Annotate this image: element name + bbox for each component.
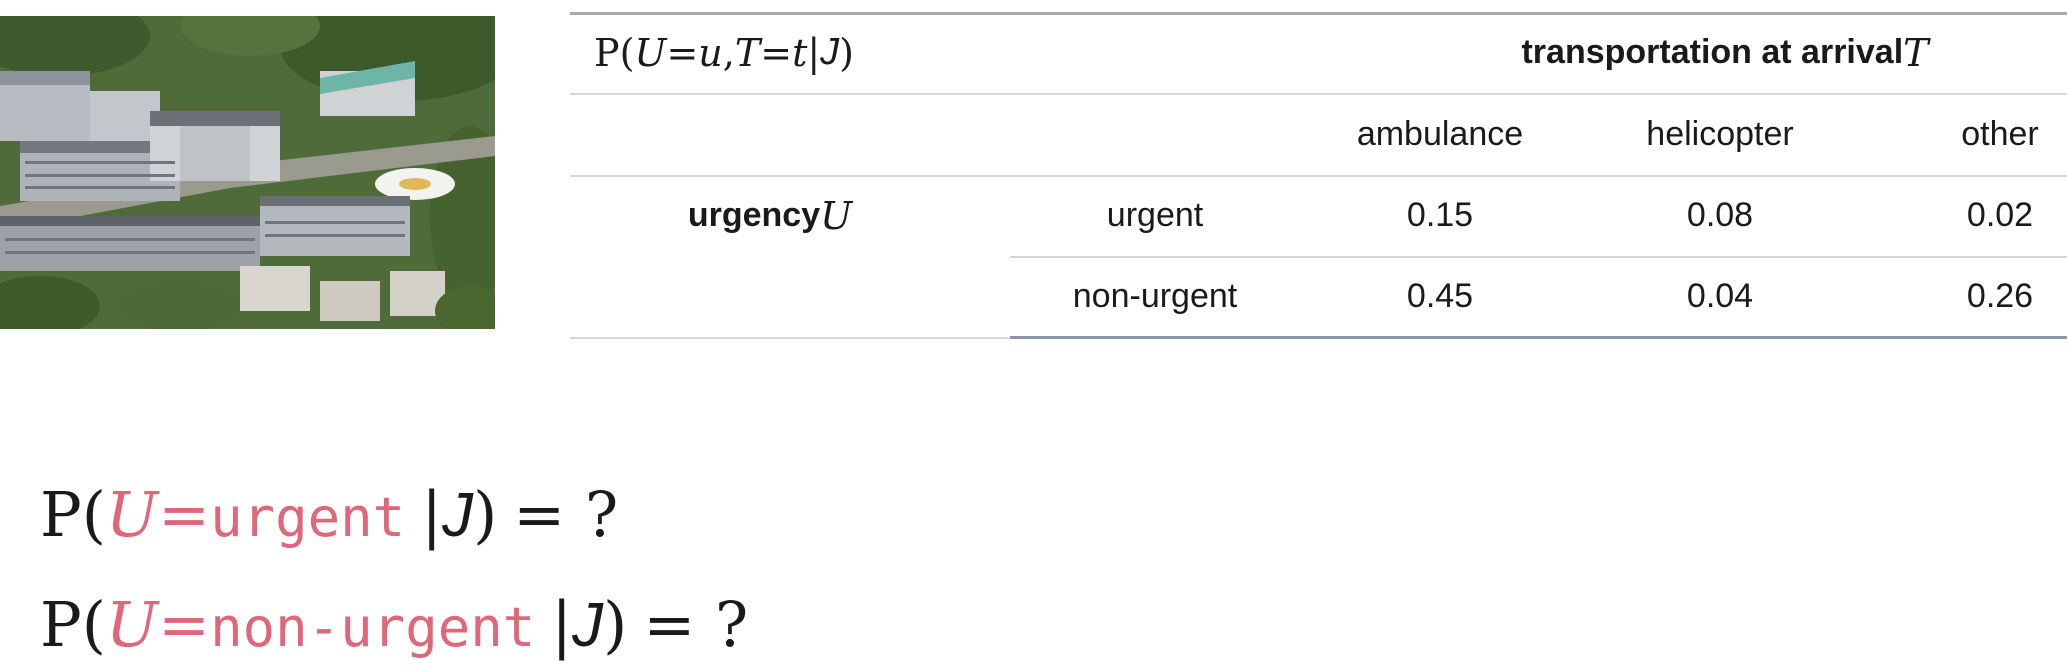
- hospital-photo: [0, 16, 495, 329]
- column-header-other: other: [1961, 114, 2039, 153]
- table-cell: 0.45: [1406, 277, 1474, 315]
- table-bottom-rule-left: [570, 337, 1010, 339]
- column-group-header: transportation at arrival T: [1521, 30, 1929, 75]
- row-group-header: urgency U: [687, 193, 853, 238]
- hospital-aerial-image: [0, 16, 495, 329]
- table-cell: 0.04: [1686, 277, 1754, 315]
- question-urgent: P(U = urgent | J) = ?: [40, 478, 619, 551]
- row-label-urgent: urgent: [1106, 196, 1204, 234]
- table-cell: 0.08: [1686, 196, 1754, 234]
- question-non-urgent: P(U = non-urgent | J) = ?: [40, 588, 749, 661]
- table-cell: 0.26: [1966, 277, 2034, 315]
- table-cell: 0.02: [1966, 196, 2034, 234]
- row-label-non-urgent: non-urgent: [1072, 277, 1238, 315]
- joint-probability-table: P(U = u , T = t | J) transportation at arriv…: [570, 12, 2067, 342]
- column-header-ambulance: ambulance: [1356, 114, 1524, 153]
- table-cell: 0.15: [1406, 196, 1474, 234]
- table-formula: P(U = u , T = t | J): [594, 30, 854, 75]
- column-header-helicopter: helicopter: [1646, 114, 1794, 153]
